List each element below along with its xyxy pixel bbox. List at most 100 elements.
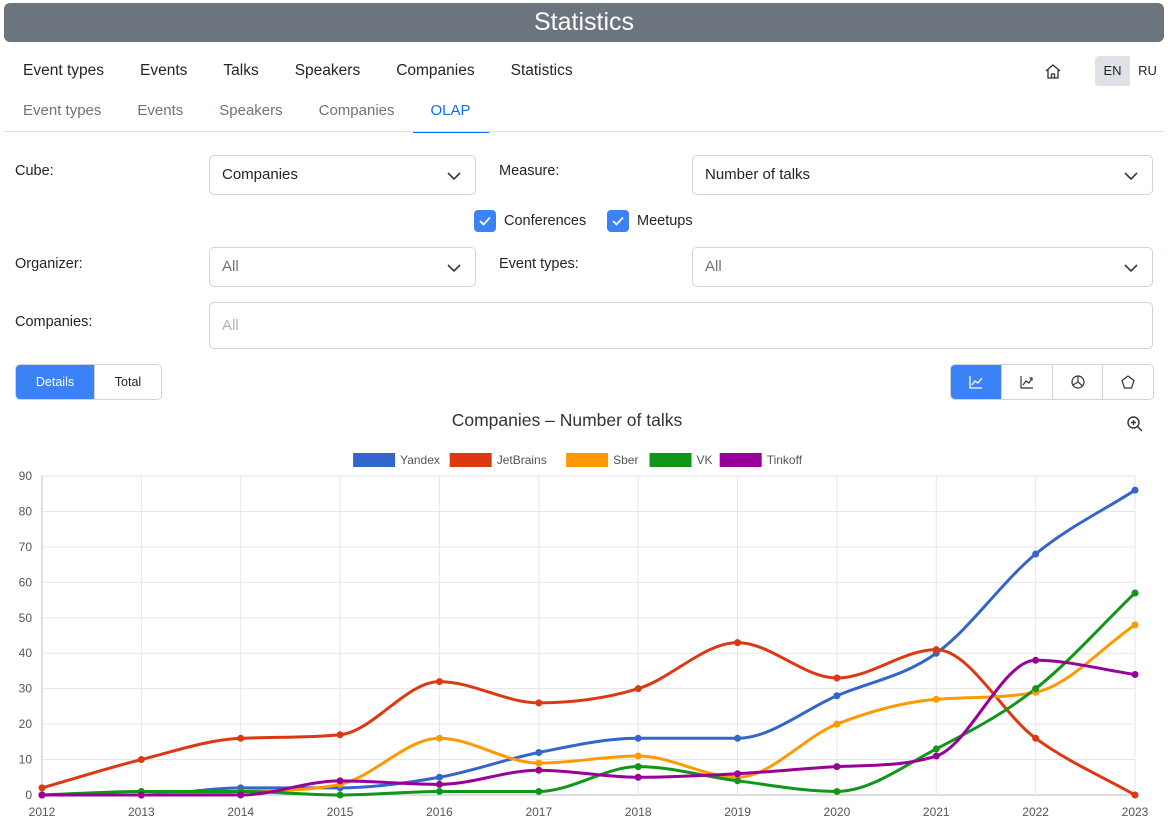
total-button[interactable]: Total: [94, 365, 161, 399]
zoom-in-icon[interactable]: [1126, 415, 1144, 433]
radar-chart-icon: [1121, 375, 1135, 389]
area-chart-icon: [1020, 376, 1033, 389]
sub-nav: Event types Events Speakers Companies OL…: [5, 95, 489, 133]
nav-talks[interactable]: Talks: [205, 56, 276, 88]
data-point-tinkoff: [137, 791, 145, 799]
event-types-label: Event types:: [499, 256, 579, 272]
x-tick-label: 2012: [29, 805, 56, 819]
nav-companies[interactable]: Companies: [378, 56, 492, 88]
legend-label-jetbrains: JetBrains: [497, 453, 547, 467]
data-point-tinkoff: [435, 780, 443, 788]
data-point-sber: [932, 695, 940, 703]
nav-speakers[interactable]: Speakers: [277, 56, 378, 88]
chart-axis-labels: 0 10 20 30 40 50 60 70 80 90 2012 2013 2014 2015 2016 2…: [19, 469, 1149, 819]
tab-divider: [4, 131, 1164, 132]
y-tick-label: 20: [19, 717, 33, 731]
tab-companies[interactable]: Companies: [301, 95, 413, 133]
x-tick-label: 2015: [327, 805, 354, 819]
legend-swatch-sber: [566, 453, 609, 467]
event-types-select[interactable]: All: [692, 247, 1153, 287]
radar-chart-button[interactable]: [1102, 365, 1153, 399]
data-point-tinkoff: [38, 791, 46, 799]
cube-select[interactable]: Companies: [209, 155, 476, 195]
nav-statistics[interactable]: Statistics: [493, 56, 591, 88]
x-tick-label: 2022: [1022, 805, 1049, 819]
data-point-tinkoff: [1032, 656, 1040, 664]
tab-olap[interactable]: OLAP: [412, 95, 489, 133]
tab-speakers[interactable]: Speakers: [201, 95, 300, 133]
data-point-jetbrains: [932, 646, 940, 654]
data-point-vk: [336, 791, 344, 799]
chart-title: Companies – Number of talks: [451, 410, 683, 430]
event-types-select-value: All: [705, 258, 722, 275]
data-point-vk: [435, 787, 443, 795]
legend-label-vk: VK: [697, 453, 713, 467]
line-chart-button[interactable]: [951, 365, 1001, 399]
legend-swatch-vk: [649, 453, 692, 467]
data-point-yandex: [237, 784, 245, 792]
data-point-jetbrains: [1032, 734, 1040, 742]
chart-points: [38, 486, 1139, 799]
conferences-label: Conferences: [504, 213, 587, 229]
data-point-yandex: [932, 649, 940, 657]
data-point-jetbrains: [535, 699, 543, 707]
conferences-checkbox[interactable]: Conferences: [474, 210, 586, 232]
meetups-label: Meetups: [637, 213, 693, 229]
checkmark-icon: [474, 210, 496, 232]
data-point-jetbrains: [833, 674, 841, 682]
data-point-sber: [734, 773, 742, 781]
series-line-vk: [41, 591, 1137, 797]
data-point-jetbrains: [38, 784, 46, 792]
y-tick-label: 50: [19, 611, 33, 625]
measure-select[interactable]: Number of talks: [692, 155, 1153, 195]
data-point-yandex: [833, 692, 841, 700]
companies-multiselect[interactable]: All: [209, 302, 1153, 349]
data-point-jetbrains: [336, 731, 344, 739]
chevron-down-icon: [447, 172, 461, 181]
data-point-tinkoff: [734, 770, 742, 778]
data-point-sber: [237, 787, 245, 795]
data-point-vk: [734, 777, 742, 785]
y-tick-label: 80: [19, 504, 33, 518]
data-point-vk: [237, 787, 245, 795]
x-tick-label: 2021: [923, 805, 950, 819]
data-point-yandex: [1131, 486, 1139, 494]
data-point-sber: [137, 791, 145, 799]
data-point-sber: [435, 734, 443, 742]
x-tick-label: 2016: [426, 805, 453, 819]
data-point-vk: [932, 745, 940, 753]
measure-select-value: Number of talks: [705, 166, 811, 183]
meetups-checkbox[interactable]: Meetups: [607, 210, 693, 232]
x-tick-label: 2019: [724, 805, 751, 819]
chevron-down-icon: [1124, 264, 1138, 273]
area-chart-button[interactable]: [1001, 365, 1052, 399]
organizer-select[interactable]: All: [209, 247, 476, 287]
details-button[interactable]: Details: [16, 365, 94, 399]
data-point-tinkoff: [833, 763, 841, 771]
nav-event-types[interactable]: Event types: [5, 56, 122, 88]
data-point-sber: [1131, 621, 1139, 629]
lang-ru-button[interactable]: RU: [1130, 56, 1165, 86]
chart-legend: Yandex JetBrains Sber VK Tinkoff: [353, 453, 803, 467]
chart-grid: [41, 475, 1136, 796]
tab-events[interactable]: Events: [119, 95, 201, 133]
legend-label-sber: Sber: [613, 453, 638, 467]
data-point-yandex: [137, 791, 145, 799]
series-line-jetbrains: [41, 641, 1136, 797]
line-chart-icon: [969, 376, 983, 389]
data-point-tinkoff: [932, 752, 940, 760]
nav-events[interactable]: Events: [122, 56, 205, 88]
pie-chart-button[interactable]: [1052, 365, 1102, 399]
tab-event-types[interactable]: Event types: [5, 95, 119, 133]
legend-swatch-yandex: [353, 453, 396, 467]
legend-label-yandex: Yandex: [400, 453, 440, 467]
data-point-sber: [833, 720, 841, 728]
home-icon[interactable]: [1040, 60, 1066, 84]
x-tick-label: 2020: [824, 805, 851, 819]
companies-label: Companies:: [15, 314, 93, 330]
data-point-vk: [1131, 589, 1139, 597]
data-point-jetbrains: [634, 685, 642, 693]
data-point-tinkoff: [535, 766, 543, 774]
lang-en-button[interactable]: EN: [1095, 56, 1130, 86]
data-point-jetbrains: [1131, 791, 1139, 799]
